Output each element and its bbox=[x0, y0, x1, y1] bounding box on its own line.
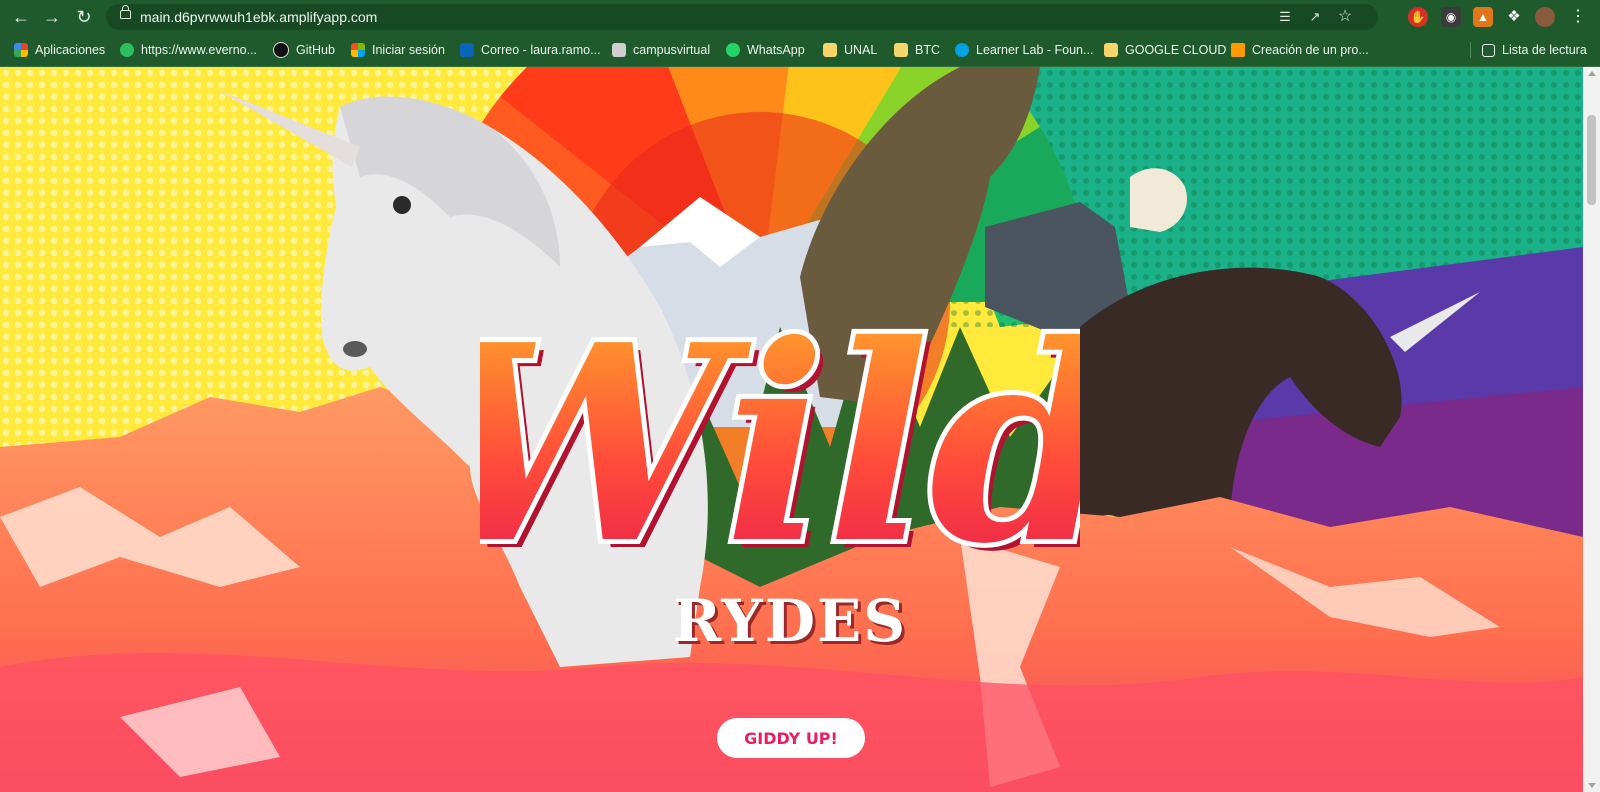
menu-kebab-icon[interactable]: ⋮ bbox=[1568, 7, 1588, 27]
lock-icon bbox=[120, 5, 131, 19]
extensions-puzzle-icon[interactable]: ❖ bbox=[1504, 7, 1524, 27]
star-icon[interactable]: ☆ bbox=[1336, 8, 1354, 26]
bookmark-label: Iniciar sesión bbox=[372, 43, 445, 57]
share-icon[interactable]: ↗ bbox=[1306, 8, 1324, 26]
apps-grid-icon bbox=[14, 43, 28, 57]
bookmark-google-cloud[interactable]: GOOGLE CLOUD bbox=[1104, 41, 1226, 59]
scroll-down-icon[interactable] bbox=[1588, 783, 1596, 788]
metamask-icon[interactable]: ▲ bbox=[1473, 7, 1493, 27]
folder-icon bbox=[823, 43, 837, 57]
evernote-icon bbox=[120, 43, 134, 57]
aws-icon bbox=[1231, 43, 1245, 57]
salesforce-icon bbox=[955, 43, 969, 57]
rydes-logo-text: RYDES bbox=[672, 587, 908, 655]
bookmark-unal[interactable]: UNAL bbox=[823, 41, 877, 59]
unicorn-nostril bbox=[343, 341, 367, 357]
bookmark-label: Creación de un pro... bbox=[1252, 43, 1369, 57]
giddy-up-button[interactable]: GIDDY UP! bbox=[717, 718, 865, 758]
bookmark-campusvirtual[interactable]: campusvirtual bbox=[612, 41, 710, 59]
address-bar[interactable]: main.d6pvrwwuh1ebk.amplifyapp.com ☰ ↗ ☆ bbox=[106, 4, 1378, 30]
bookmark-label: https://www.everno... bbox=[141, 43, 258, 57]
bookmark-label: GitHub bbox=[296, 43, 335, 57]
microsoft-icon bbox=[351, 43, 365, 57]
scroll-up-icon[interactable] bbox=[1588, 71, 1596, 76]
page-scrollbar[interactable] bbox=[1583, 67, 1600, 792]
back-icon[interactable]: ← bbox=[10, 6, 32, 28]
url-text[interactable]: main.d6pvrwwuh1ebk.amplifyapp.com bbox=[140, 9, 377, 25]
browser-toolbar: ← → ↻ main.d6pvrwwuh1ebk.amplifyapp.com … bbox=[0, 0, 1600, 34]
forward-icon[interactable]: → bbox=[41, 6, 63, 28]
bookmark-label: campusvirtual bbox=[633, 43, 711, 57]
bookmark-learner-lab[interactable]: Learner Lab - Foun... bbox=[955, 41, 1093, 59]
browser-window: ← → ↻ main.d6pvrwwuh1ebk.amplifyapp.com … bbox=[0, 0, 1600, 792]
bookmark-label: WhatsApp bbox=[747, 43, 805, 57]
reading-list-button[interactable]: Lista de lectura bbox=[1482, 41, 1587, 59]
wild-script-logo: Wild Wild bbox=[480, 280, 1080, 607]
bookmark-creacion[interactable]: Creación de un pro... bbox=[1231, 41, 1369, 59]
bookmarks-bar: Aplicaciones https://www.everno... GitHu… bbox=[0, 34, 1600, 67]
reading-list-label: Lista de lectura bbox=[1502, 43, 1587, 57]
campus-icon bbox=[612, 43, 626, 57]
bookmark-whatsapp[interactable]: WhatsApp bbox=[726, 41, 805, 59]
reading-list-icon bbox=[1482, 43, 1495, 57]
bookmark-label: Learner Lab - Foun... bbox=[976, 43, 1094, 57]
bookmark-correo[interactable]: Correo - laura.ramo... bbox=[460, 41, 600, 59]
profile-avatar[interactable] bbox=[1535, 7, 1555, 27]
bookmark-label: Correo - laura.ramo... bbox=[481, 43, 601, 57]
folder-icon bbox=[894, 43, 908, 57]
bookmark-label: Aplicaciones bbox=[35, 43, 106, 57]
bookmark-github[interactable]: GitHub bbox=[273, 41, 335, 59]
bookmark-btc[interactable]: BTC bbox=[894, 41, 940, 59]
page-viewport: Wild Wild RYDES GIDDY UP! bbox=[0, 67, 1583, 792]
camera-extension-icon[interactable]: ◉ bbox=[1441, 7, 1461, 27]
github-icon bbox=[273, 42, 289, 58]
outlook-icon bbox=[460, 43, 474, 57]
bookmark-label: BTC bbox=[915, 43, 940, 57]
bookmark-label: GOOGLE CLOUD bbox=[1125, 43, 1227, 57]
whatsapp-icon bbox=[726, 43, 740, 57]
bookmarks-divider bbox=[1470, 42, 1471, 58]
bookmark-evernote[interactable]: https://www.everno... bbox=[120, 41, 257, 59]
bookmark-aplicaciones[interactable]: Aplicaciones bbox=[14, 41, 105, 59]
unicorn-eye bbox=[393, 196, 411, 214]
adblock-icon[interactable]: ✋ bbox=[1408, 7, 1428, 27]
wild-text: Wild bbox=[480, 285, 1080, 603]
folder-icon bbox=[1104, 43, 1118, 57]
bookmark-label: UNAL bbox=[844, 43, 878, 57]
bookmark-iniciar-sesion[interactable]: Iniciar sesión bbox=[351, 41, 445, 59]
reload-icon[interactable]: ↻ bbox=[73, 6, 95, 28]
scrollbar-thumb[interactable] bbox=[1587, 115, 1596, 205]
translate-icon[interactable]: ☰ bbox=[1276, 8, 1294, 26]
